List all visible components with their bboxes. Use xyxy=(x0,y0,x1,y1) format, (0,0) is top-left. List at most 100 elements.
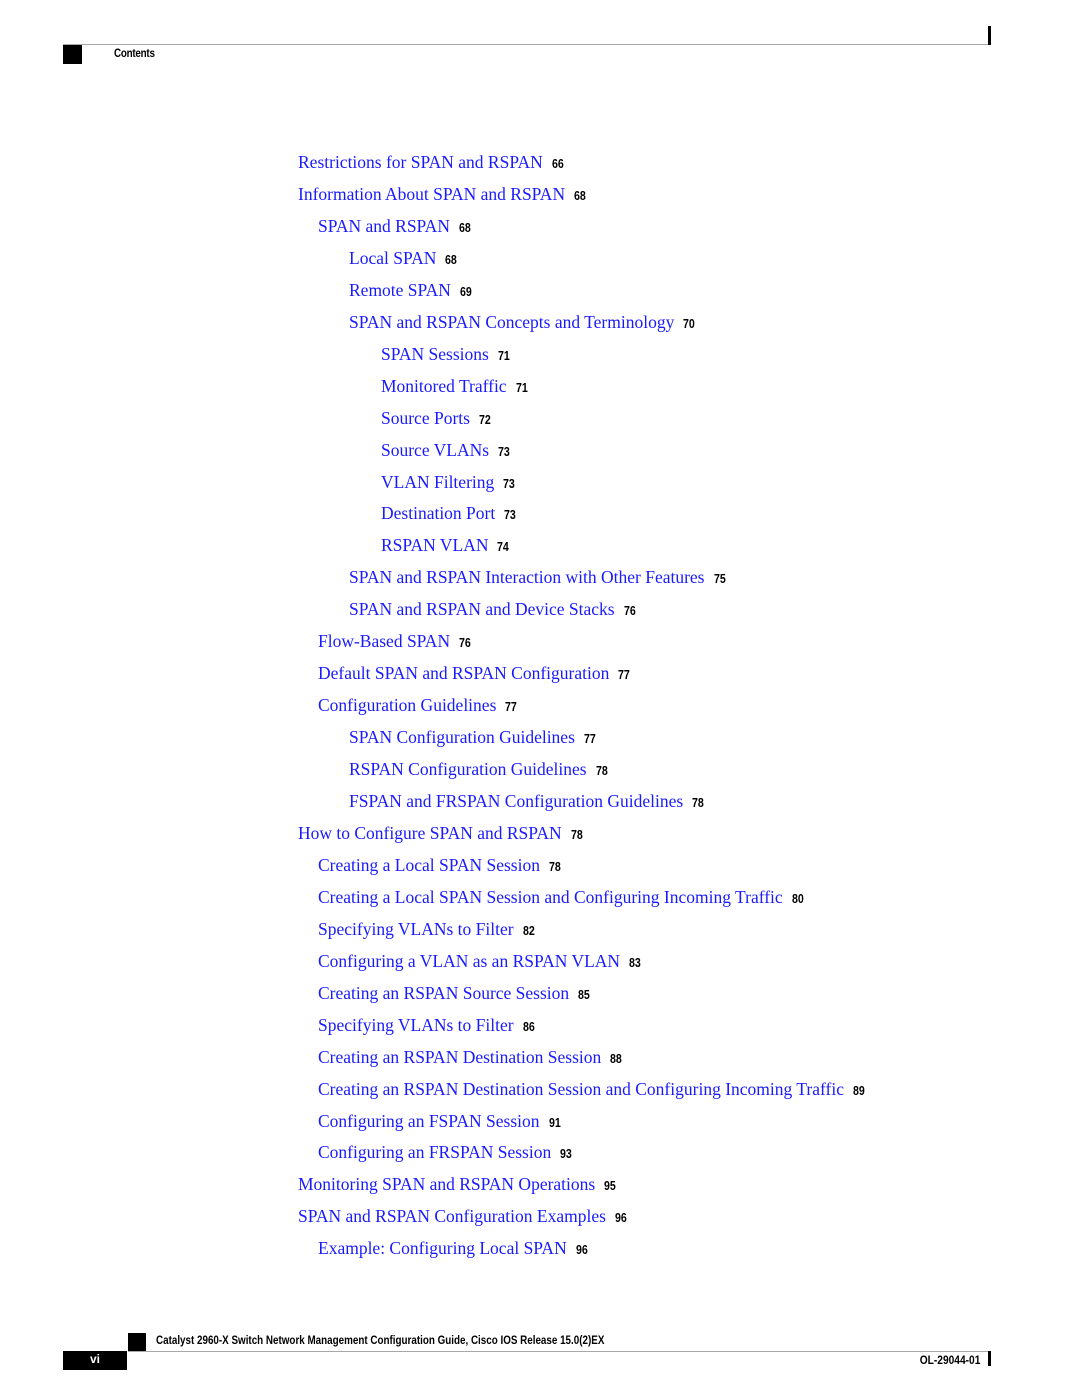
toc-entry[interactable]: Configuration Guidelines 77 xyxy=(318,693,519,717)
footer-marker-block xyxy=(128,1333,146,1351)
toc-entry-link[interactable]: Configuring an FSPAN Session xyxy=(318,1111,540,1131)
toc-entry[interactable]: Local SPAN 68 xyxy=(349,246,459,270)
toc-entry-page-number: 77 xyxy=(583,732,596,747)
toc-entry[interactable]: SPAN Sessions 71 xyxy=(381,342,512,366)
toc-entry-link[interactable]: Specifying VLANs to Filter xyxy=(318,919,514,939)
toc-entry[interactable]: SPAN and RSPAN Configuration Examples 96 xyxy=(298,1204,629,1228)
toc-entry-link[interactable]: SPAN and RSPAN Interaction with Other Fe… xyxy=(349,567,705,587)
toc-entry-link[interactable]: Information About SPAN and RSPAN xyxy=(298,184,565,204)
toc-entry[interactable]: Example: Configuring Local SPAN 96 xyxy=(318,1236,590,1260)
toc-entry[interactable]: SPAN Configuration Guidelines 77 xyxy=(349,725,598,749)
toc-entry-page-number: 66 xyxy=(551,157,564,171)
toc-entry-link[interactable]: Creating an RSPAN Destination Session xyxy=(318,1047,601,1067)
toc-entry-page-number: 69 xyxy=(459,284,472,299)
header-marker-block xyxy=(63,45,82,64)
toc-entry-page-number: 83 xyxy=(629,955,641,970)
toc-entry-link[interactable]: Creating an RSPAN Destination Session an… xyxy=(318,1079,844,1099)
toc-entry[interactable]: Information About SPAN and RSPAN 68 xyxy=(298,182,588,206)
toc-entry-link[interactable]: Restrictions for SPAN and RSPAN xyxy=(298,152,543,172)
toc-entry[interactable]: SPAN and RSPAN 68 xyxy=(318,214,473,238)
toc-entry-page-number: 73 xyxy=(504,508,517,523)
toc-entry[interactable]: Configuring a VLAN as an RSPAN VLAN 83 xyxy=(318,949,643,973)
toc-entry-page-number: 76 xyxy=(459,636,471,651)
toc-entry-link[interactable]: Monitored Traffic xyxy=(381,376,507,396)
toc-entry-link[interactable]: FSPAN and FRSPAN Configuration Guideline… xyxy=(349,791,683,811)
toc-entry[interactable]: How to Configure SPAN and RSPAN 78 xyxy=(298,821,585,845)
toc-entry-link[interactable]: Creating a Local SPAN Session xyxy=(318,855,540,875)
toc-entry-link[interactable]: SPAN and RSPAN xyxy=(318,216,450,236)
toc-entry-link[interactable]: Remote SPAN xyxy=(349,280,451,300)
toc-entry-link[interactable]: Creating a Local SPAN Session and Config… xyxy=(318,887,783,907)
toc-entry-page-number: 68 xyxy=(445,252,458,267)
toc-entry-link[interactable]: SPAN and RSPAN Concepts and Terminology xyxy=(349,312,674,332)
toc-entry[interactable]: Restrictions for SPAN and RSPAN 66 xyxy=(298,150,566,174)
toc-entry[interactable]: Monitoring SPAN and RSPAN Operations 95 xyxy=(298,1172,618,1196)
toc-entry-link[interactable]: RSPAN VLAN xyxy=(381,535,488,555)
toc-entry-page-number: 96 xyxy=(575,1243,588,1258)
toc-entry[interactable]: SPAN and RSPAN Interaction with Other Fe… xyxy=(349,565,727,589)
toc-entry[interactable]: SPAN and RSPAN and Device Stacks 76 xyxy=(349,597,638,621)
toc-entry-page-number: 78 xyxy=(595,764,608,779)
header-edge-bar xyxy=(988,26,991,45)
toc-entry[interactable]: Source VLANs 73 xyxy=(381,438,512,462)
toc-entry-link[interactable]: Destination Port xyxy=(381,503,495,523)
toc-entry[interactable]: Configuring an FRSPAN Session 93 xyxy=(318,1140,574,1164)
toc-entry-link[interactable]: Local SPAN xyxy=(349,248,436,268)
toc-entry-link[interactable]: Example: Configuring Local SPAN xyxy=(318,1238,567,1258)
toc-entry-link[interactable]: Source Ports xyxy=(381,408,470,428)
header-section-title: Contents xyxy=(114,46,155,60)
toc-entry-link[interactable]: SPAN Sessions xyxy=(381,344,489,364)
footer-guide-title: Catalyst 2960-X Switch Network Managemen… xyxy=(156,1333,605,1347)
toc-entry-link[interactable]: VLAN Filtering xyxy=(381,472,494,492)
toc-entry-link[interactable]: RSPAN Configuration Guidelines xyxy=(349,759,587,779)
toc-entry-page-number: 86 xyxy=(522,1019,535,1034)
toc-entry[interactable]: Creating an RSPAN Destination Session an… xyxy=(318,1077,867,1101)
toc-entry-page-number: 68 xyxy=(574,188,586,203)
toc-entry-link[interactable]: SPAN and RSPAN and Device Stacks xyxy=(349,599,615,619)
toc-entry[interactable]: Default SPAN and RSPAN Configuration 77 xyxy=(318,661,632,685)
toc-entry[interactable]: VLAN Filtering 73 xyxy=(381,470,517,494)
toc-entry-link[interactable]: Configuration Guidelines xyxy=(318,695,496,715)
toc-entry-page-number: 78 xyxy=(570,827,583,842)
toc-entry-page-number: 72 xyxy=(478,412,491,427)
toc-entry[interactable]: Configuring an FSPAN Session 91 xyxy=(318,1109,562,1133)
toc-entry-page-number: 77 xyxy=(505,700,518,715)
toc-entry[interactable]: Creating a Local SPAN Session 78 xyxy=(318,853,563,877)
toc-entry-page-number: 73 xyxy=(498,444,510,459)
toc-entry[interactable]: RSPAN Configuration Guidelines 78 xyxy=(349,757,609,781)
toc-entry[interactable]: Remote SPAN 69 xyxy=(349,278,474,302)
toc-entry[interactable]: Destination Port 73 xyxy=(381,501,518,525)
toc-entry-link[interactable]: Creating an RSPAN Source Session xyxy=(318,983,569,1003)
toc-entry[interactable]: Monitored Traffic 71 xyxy=(381,374,529,398)
toc-entry-link[interactable]: Specifying VLANs to Filter xyxy=(318,1015,514,1035)
toc-entry-link[interactable]: How to Configure SPAN and RSPAN xyxy=(298,823,562,843)
toc-entry-link[interactable]: Monitoring SPAN and RSPAN Operations xyxy=(298,1174,595,1194)
toc-entry[interactable]: Specifying VLANs to Filter 82 xyxy=(318,917,536,941)
toc-entry-page-number: 76 xyxy=(623,604,636,619)
toc-entry[interactable]: Specifying VLANs to Filter 86 xyxy=(318,1013,536,1037)
toc-entry-page-number: 75 xyxy=(713,572,726,587)
toc-entry[interactable]: Creating an RSPAN Source Session 85 xyxy=(318,981,592,1005)
toc-entry-page-number: 71 xyxy=(515,380,528,395)
toc-entry[interactable]: FSPAN and FRSPAN Configuration Guideline… xyxy=(349,789,706,813)
footer-edge-bar xyxy=(988,1351,991,1366)
footer-page-number: vi xyxy=(89,1352,100,1366)
toc-entry[interactable]: SPAN and RSPAN Concepts and Terminology 7… xyxy=(349,310,697,334)
footer-doc-number: OL-29044-01 xyxy=(919,1353,980,1367)
toc-entry-page-number: 88 xyxy=(610,1051,623,1066)
toc-entry-link[interactable]: Default SPAN and RSPAN Configuration xyxy=(318,663,609,683)
toc-entry-page-number: 68 xyxy=(458,220,471,235)
toc-entry-page-number: 80 xyxy=(791,891,804,906)
toc-entry-link[interactable]: SPAN Configuration Guidelines xyxy=(349,727,575,747)
toc-entry-link[interactable]: Source VLANs xyxy=(381,440,489,460)
toc-entry[interactable]: Creating an RSPAN Destination Session 88 xyxy=(318,1045,624,1069)
toc-entry-link[interactable]: Configuring a VLAN as an RSPAN VLAN xyxy=(318,951,620,971)
toc-entry[interactable]: Source Ports 72 xyxy=(381,406,493,430)
toc-entry[interactable]: Flow-Based SPAN 76 xyxy=(318,629,473,653)
toc-entry-link[interactable]: Flow-Based SPAN xyxy=(318,631,450,651)
toc-entry-page-number: 93 xyxy=(560,1147,573,1162)
toc-entry[interactable]: RSPAN VLAN 74 xyxy=(381,533,511,557)
toc-entry[interactable]: Creating a Local SPAN Session and Config… xyxy=(318,885,806,909)
toc-entry-link[interactable]: Configuring an FRSPAN Session xyxy=(318,1142,551,1162)
toc-entry-link[interactable]: SPAN and RSPAN Configuration Examples xyxy=(298,1206,606,1226)
